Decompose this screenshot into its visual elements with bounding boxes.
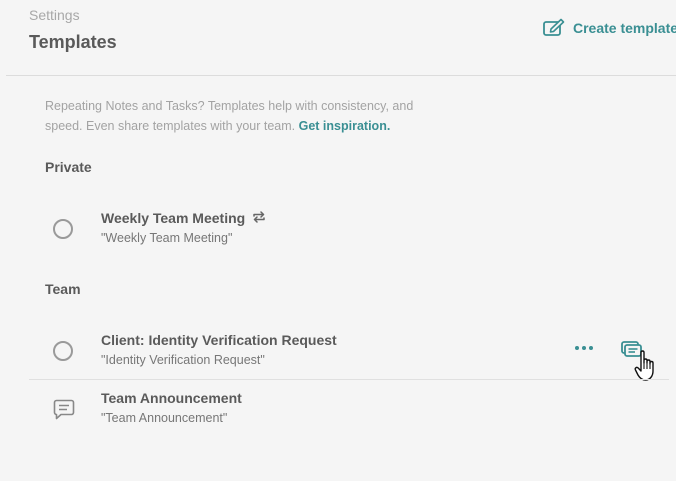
template-name: Client: Identity Verification Request <box>101 332 337 348</box>
intro-text: Repeating Notes and Tasks? Templates hel… <box>45 96 445 136</box>
create-template-button[interactable]: Create template <box>543 18 676 37</box>
section-label-team: Team <box>45 281 81 297</box>
page-title: Templates <box>29 32 117 52</box>
more-dots-icon[interactable] <box>575 340 593 356</box>
row-divider <box>29 379 669 380</box>
template-name: Weekly Team Meeting <box>101 210 246 226</box>
message-icon <box>53 399 75 425</box>
section-label-private: Private <box>45 159 92 175</box>
get-inspiration-link[interactable]: Get inspiration. <box>299 119 391 133</box>
template-row-identity-verification[interactable]: Client: Identity Verification Request "I… <box>29 332 669 390</box>
header-divider <box>6 75 676 76</box>
repeat-icon <box>252 210 266 226</box>
create-template-label: Create template <box>573 19 676 36</box>
template-subtitle: "Team Announcement" <box>101 411 228 425</box>
edit-square-icon <box>543 18 566 37</box>
template-subtitle: "Weekly Team Meeting" <box>101 231 233 245</box>
template-row-team-announcement[interactable]: Team Announcement "Team Announcement" <box>29 390 669 448</box>
template-name: Team Announcement <box>101 390 242 406</box>
templates-settings-page: Settings Templates Create template Repea… <box>0 0 676 481</box>
template-subtitle: "Identity Verification Request" <box>101 353 265 367</box>
radio-circle-icon[interactable] <box>53 219 73 239</box>
breadcrumb[interactable]: Settings <box>29 7 80 23</box>
template-row-weekly-team-meeting[interactable]: Weekly Team Meeting "Weekly Team Meeting… <box>29 210 669 268</box>
hand-cursor-icon <box>634 349 660 388</box>
radio-circle-icon[interactable] <box>53 341 73 361</box>
